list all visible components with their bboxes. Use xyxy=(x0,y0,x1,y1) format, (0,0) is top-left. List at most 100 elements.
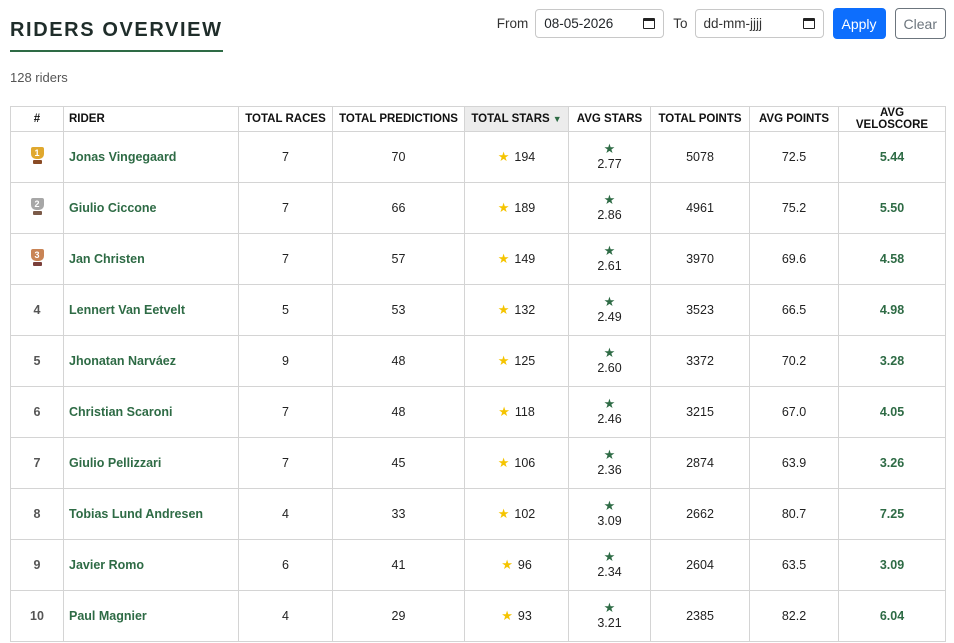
total-stars-cell: ★ 118 xyxy=(464,386,569,438)
calendar-icon[interactable] xyxy=(802,18,815,29)
avg-stars-value: 2.61 xyxy=(597,259,622,273)
total-points-cell: 2604 xyxy=(650,539,750,591)
total-stars-value: 194 xyxy=(514,150,536,164)
rider-name-link[interactable]: Tobias Lund Andresen xyxy=(63,488,239,540)
sort-desc-icon: ▼ xyxy=(552,114,562,124)
rank-cell: 4 xyxy=(10,284,64,336)
total-stars-cell: ★ 189 xyxy=(464,182,569,234)
avg-points-cell: 82.2 xyxy=(749,590,839,642)
col-header-total-stars[interactable]: TOTAL STARS ▼ xyxy=(464,106,569,132)
apply-button[interactable]: Apply xyxy=(832,8,886,39)
col-header-rank[interactable]: # xyxy=(10,106,64,132)
table-row[interactable]: 1 Jonas Vingegaard 7 70 ★ 194 ★ 2.77 5078 … xyxy=(10,131,946,183)
from-label: From xyxy=(496,16,529,31)
calendar-icon[interactable] xyxy=(643,18,656,29)
total-stars-cell: ★ 132 xyxy=(464,284,569,336)
avg-points-cell: 70.2 xyxy=(749,335,839,387)
total-predictions-cell: 53 xyxy=(332,284,465,336)
avg-stars-value: 2.36 xyxy=(597,463,622,477)
trophy-rank-number: 3 xyxy=(30,248,44,261)
col-header-total-points[interactable]: TOTAL POINTS xyxy=(650,106,750,132)
table-row[interactable]: 5 Jhonatan Narváez 9 48 ★ 125 ★ 2.60 3372 7… xyxy=(10,335,946,387)
total-points-cell: 3523 xyxy=(650,284,750,336)
col-header-avg-stars[interactable]: AVG STARS xyxy=(568,106,651,132)
total-stars-value: 125 xyxy=(514,354,536,368)
avg-points-cell: 72.5 xyxy=(749,131,839,183)
clear-button[interactable]: Clear xyxy=(894,8,946,39)
rank-cell: 3 xyxy=(10,233,64,285)
total-races-cell: 4 xyxy=(238,488,333,540)
avg-stars-value: 2.60 xyxy=(597,361,622,375)
total-stars-cell: ★ 106 xyxy=(464,437,569,489)
star-icon: ★ xyxy=(497,200,510,215)
date-filter-bar: From 08-05-2026 To dd-mm-jjjj Apply Clea… xyxy=(497,8,946,39)
avg-stars-cell: ★ 2.77 xyxy=(568,131,651,183)
from-date-input[interactable]: 08-05-2026 xyxy=(535,9,665,38)
rider-name-link[interactable]: Lennert Van Eetvelt xyxy=(63,284,239,336)
table-row[interactable]: 10 Paul Magnier 4 29 ★ 93 ★ 3.21 2385 82.2 … xyxy=(10,590,946,642)
total-races-cell: 7 xyxy=(238,182,333,234)
table-body: 1 Jonas Vingegaard 7 70 ★ 194 ★ 2.77 5078 … xyxy=(10,131,946,642)
total-stars-value: 102 xyxy=(514,507,536,521)
avg-veloscore-cell: 3.09 xyxy=(838,539,946,591)
total-predictions-cell: 41 xyxy=(332,539,465,591)
avg-points-cell: 63.9 xyxy=(749,437,839,489)
avg-points-cell: 69.6 xyxy=(749,233,839,285)
rider-name-link[interactable]: Paul Magnier xyxy=(63,590,239,642)
star-icon: ★ xyxy=(603,141,616,156)
total-stars-value: 118 xyxy=(514,405,535,419)
avg-veloscore-cell: 7.25 xyxy=(838,488,946,540)
total-predictions-cell: 33 xyxy=(332,488,465,540)
table-row[interactable]: 4 Lennert Van Eetvelt 5 53 ★ 132 ★ 2.49 352… xyxy=(10,284,946,336)
total-predictions-cell: 57 xyxy=(332,233,465,285)
col-header-avg-veloscore[interactable]: AVG VELOSCORE xyxy=(838,106,946,132)
col-header-rider[interactable]: RIDER xyxy=(63,106,239,132)
col-header-avg-points[interactable]: AVG POINTS xyxy=(749,106,839,132)
total-stars-cell: ★ 102 xyxy=(464,488,569,540)
total-races-cell: 6 xyxy=(238,539,333,591)
avg-points-cell: 75.2 xyxy=(749,182,839,234)
to-date-input[interactable]: dd-mm-jjjj xyxy=(694,9,824,38)
star-icon: ★ xyxy=(603,600,616,615)
avg-stars-value: 2.86 xyxy=(597,208,622,222)
table-row[interactable]: 3 Jan Christen 7 57 ★ 149 ★ 2.61 3970 69.6… xyxy=(10,233,946,285)
table-row[interactable]: 8 Tobias Lund Andresen 4 33 ★ 102 ★ 3.09 26… xyxy=(10,488,946,540)
rank-cell: 2 xyxy=(10,182,64,234)
table-row[interactable]: 2 Giulio Ciccone 7 66 ★ 189 ★ 2.86 4961 75… xyxy=(10,182,946,234)
avg-veloscore-cell: 4.98 xyxy=(838,284,946,336)
total-predictions-cell: 48 xyxy=(332,386,465,438)
star-icon: ★ xyxy=(497,302,510,317)
avg-stars-cell: ★ 2.34 xyxy=(568,539,651,591)
total-stars-value: 93 xyxy=(517,609,532,623)
avg-veloscore-cell: 3.28 xyxy=(838,335,946,387)
rider-name-link[interactable]: Javier Romo xyxy=(63,539,239,591)
star-icon: ★ xyxy=(498,404,510,419)
col-header-total-races[interactable]: TOTAL RACES xyxy=(238,106,333,132)
col-header-total-predictions[interactable]: TOTAL PREDICTIONS xyxy=(332,106,465,132)
rider-name-link[interactable]: Jonas Vingegaard xyxy=(63,131,239,183)
avg-stars-value: 2.49 xyxy=(597,310,622,324)
total-stars-cell: ★ 125 xyxy=(464,335,569,387)
total-races-cell: 4 xyxy=(238,590,333,642)
rank-cell: 6 xyxy=(10,386,64,438)
table-row[interactable]: 9 Javier Romo 6 41 ★ 96 ★ 2.34 2604 63.5 3.… xyxy=(10,539,946,591)
rider-name-link[interactable]: Jan Christen xyxy=(63,233,239,285)
avg-veloscore-cell: 5.50 xyxy=(838,182,946,234)
rank-cell: 8 xyxy=(10,488,64,540)
total-stars-value: 189 xyxy=(514,201,536,215)
table-row[interactable]: 6 Christian Scaroni 7 48 ★ 118 ★ 2.46 3215 … xyxy=(10,386,946,438)
total-stars-cell: ★ 194 xyxy=(464,131,569,183)
trophy-base xyxy=(32,210,42,215)
total-predictions-cell: 45 xyxy=(332,437,465,489)
rider-name-link[interactable]: Christian Scaroni xyxy=(63,386,239,438)
table-header-row: # RIDER TOTAL RACES TOTAL PREDICTIONS TO… xyxy=(10,106,946,132)
trophy-rank-number: 1 xyxy=(30,146,44,159)
avg-veloscore-cell: 4.05 xyxy=(838,386,946,438)
rank-cell: 7 xyxy=(10,437,64,489)
total-predictions-cell: 48 xyxy=(332,335,465,387)
rider-name-link[interactable]: Giulio Pellizzari xyxy=(63,437,239,489)
trophy-rank-number: 2 xyxy=(30,197,44,210)
table-row[interactable]: 7 Giulio Pellizzari 7 45 ★ 106 ★ 2.36 2874 … xyxy=(10,437,946,489)
rider-name-link[interactable]: Jhonatan Narváez xyxy=(63,335,239,387)
rider-name-link[interactable]: Giulio Ciccone xyxy=(63,182,239,234)
